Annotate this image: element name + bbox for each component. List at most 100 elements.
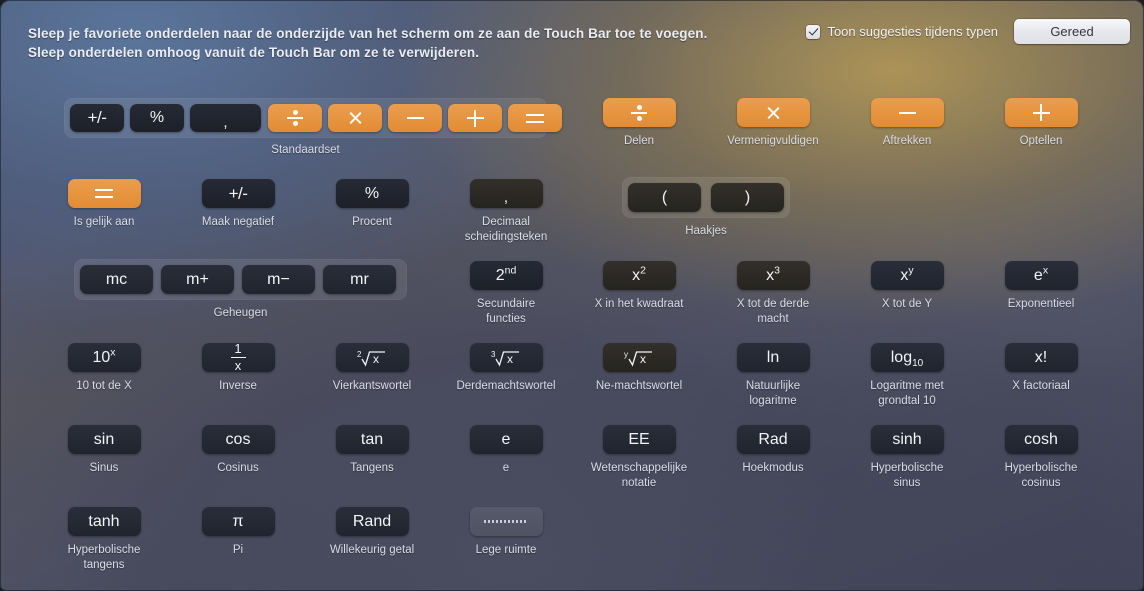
factorial-button[interactable]: x! [1004, 343, 1078, 372]
natural-log-button[interactable]: ln [736, 343, 810, 372]
square-button[interactable]: x2 [602, 261, 676, 290]
item-tanh[interactable]: tanh Hyperbolische tangens [44, 507, 164, 572]
standardset-percent-button[interactable]: % [130, 104, 184, 132]
sin-button[interactable]: sin [67, 425, 141, 454]
angle-mode-button[interactable]: Rad [736, 425, 810, 454]
pi-button[interactable]: π [201, 507, 275, 536]
item-natural-log[interactable]: ln Natuurlijke logaritme [713, 343, 833, 408]
add-button[interactable] [1004, 98, 1078, 127]
item-divide[interactable]: Delen [579, 98, 699, 149]
standardset-multiply-button[interactable] [328, 104, 382, 132]
inverse-button[interactable]: 1x [201, 342, 275, 372]
item-sinh[interactable]: sinh Hyperbolische sinus [847, 425, 967, 490]
show-suggestions-checkbox[interactable]: Toon suggesties tijdens typen [806, 24, 998, 39]
item-random[interactable]: Rand Willekeurig getal [312, 507, 432, 558]
log10-button[interactable]: log10 [870, 343, 944, 372]
tan-button[interactable]: tan [335, 425, 409, 454]
negate-button[interactable]: +/- [201, 179, 275, 208]
items-grid: +/- % , Standaardset Delen Vermenigvuldi… [0, 74, 1144, 591]
cosh-button[interactable]: cosh [1004, 425, 1078, 454]
item-pi[interactable]: π Pi [178, 507, 298, 558]
checkbox-label: Toon suggesties tijdens typen [827, 24, 998, 39]
standardset-equals-button[interactable] [508, 104, 562, 132]
cube-root-glyph: 3x [491, 348, 521, 368]
decimal-separator-caption: Decimaal scheidingsteken [464, 216, 548, 243]
item-cos[interactable]: cos Cosinus [178, 425, 298, 476]
item-square[interactable]: x2 X in het kwadraat [579, 261, 699, 312]
panel-header: Sleep je favoriete onderdelen naar de on… [0, 0, 1144, 74]
item-cosh[interactable]: cosh Hyperbolische cosinus [981, 425, 1101, 490]
item-ten-power-x[interactable]: 10x 10 tot de X [44, 343, 164, 394]
item-log10[interactable]: log10 Logaritme met grondtal 10 [847, 343, 967, 408]
item-sin[interactable]: sin Sinus [44, 425, 164, 476]
close-paren-button[interactable]: ) [711, 183, 784, 212]
item-e-constant[interactable]: e e [446, 425, 566, 476]
item-cube[interactable]: x3 X tot de derde macht [713, 261, 833, 326]
item-inverse[interactable]: 1x Inverse [178, 342, 298, 394]
standardset-subtract-button[interactable] [388, 104, 442, 132]
e-constant-button[interactable]: e [469, 425, 543, 454]
empty-space-button[interactable] [469, 507, 543, 536]
item-factorial[interactable]: x! X factoriaal [981, 343, 1101, 394]
item-decimal-separator[interactable]: , Decimaal scheidingsteken [446, 179, 566, 244]
item-negate[interactable]: +/- Maak negatief [178, 179, 298, 230]
cos-button[interactable]: cos [201, 425, 275, 454]
item-square-root[interactable]: 2x Vierkantswortel [312, 343, 432, 394]
memory-clear-button[interactable]: mc [80, 265, 153, 294]
sinh-button[interactable]: sinh [870, 425, 944, 454]
m-minus-glyph: m− [267, 270, 290, 288]
item-nth-root[interactable]: yx Ne-machtswortel [579, 343, 699, 394]
item-second-functions[interactable]: 2nd Secundaire functies [446, 261, 566, 326]
cube-root-button[interactable]: 3x [469, 343, 543, 372]
scientific-notation-button[interactable]: EE [602, 425, 676, 454]
memory-subtract-button[interactable]: m− [242, 265, 315, 294]
tanh-button[interactable]: tanh [67, 507, 141, 536]
item-tan[interactable]: tan Tangens [312, 425, 432, 476]
item-percent[interactable]: % Procent [312, 179, 432, 230]
nth-root-button[interactable]: yx [602, 343, 676, 372]
standardset-divide-button[interactable] [268, 104, 322, 132]
item-scientific-notation[interactable]: EE Wetenschappelijke notatie [579, 425, 699, 490]
percent-button[interactable]: % [335, 179, 409, 208]
memory-add-button[interactable]: m+ [161, 265, 234, 294]
ten-power-x-button[interactable]: 10x [67, 343, 141, 372]
item-angle-mode[interactable]: Rad Hoekmodus [713, 425, 833, 476]
standardset-decimal-button[interactable]: , [190, 104, 261, 132]
square-root-button[interactable]: 2x [335, 343, 409, 372]
random-button[interactable]: Rand [335, 507, 409, 536]
cube-button[interactable]: x3 [736, 261, 810, 290]
open-paren-button[interactable]: ( [628, 183, 701, 212]
item-equals[interactable]: Is gelijk aan [44, 179, 164, 230]
standardset-add-button[interactable] [448, 104, 502, 132]
x-power-y-button[interactable]: xy [870, 261, 944, 290]
angle-mode-caption: Hoekmodus [742, 462, 804, 474]
group-geheugen[interactable]: mc m+ m− mr [74, 259, 407, 300]
group-standaardset[interactable]: +/- % , [64, 98, 562, 138]
subtract-button[interactable] [870, 98, 944, 127]
second-functions-button[interactable]: 2nd [469, 261, 543, 290]
memory-recall-button[interactable]: mr [323, 265, 396, 294]
item-add[interactable]: Optellen [981, 98, 1101, 149]
item-multiply[interactable]: Vermenigvuldigen [713, 98, 833, 149]
item-x-power-y[interactable]: xy X tot de Y [847, 261, 967, 312]
cosh-glyph: cosh [1024, 430, 1058, 448]
item-exponential[interactable]: ex Exponentieel [981, 261, 1101, 312]
divide-button[interactable] [602, 98, 676, 127]
item-cube-root[interactable]: 3x Derdemachtswortel [446, 343, 566, 394]
multiply-button[interactable] [736, 98, 810, 127]
done-button[interactable]: Gereed [1014, 19, 1130, 44]
standardset-plus-minus-button[interactable]: +/- [70, 104, 124, 132]
exponential-button[interactable]: ex [1004, 261, 1078, 290]
decimal-separator-button[interactable]: , [469, 179, 543, 208]
tanh-glyph: tanh [88, 512, 120, 530]
row-3: mc m+ m− mr Geheugen 2nd Secundaire func… [0, 259, 1144, 343]
item-subtract[interactable]: Aftrekken [847, 98, 967, 149]
percent-caption: Procent [352, 216, 392, 228]
equals-button[interactable] [67, 179, 141, 208]
square-root-caption: Vierkantswortel [332, 380, 412, 392]
group-haakjes[interactable]: ( ) [622, 177, 790, 218]
svg-text:x: x [640, 352, 646, 366]
item-empty-space[interactable]: Lege ruimte [446, 507, 566, 558]
comma-glyph: , [503, 189, 509, 206]
checkbox-icon[interactable] [806, 24, 821, 39]
